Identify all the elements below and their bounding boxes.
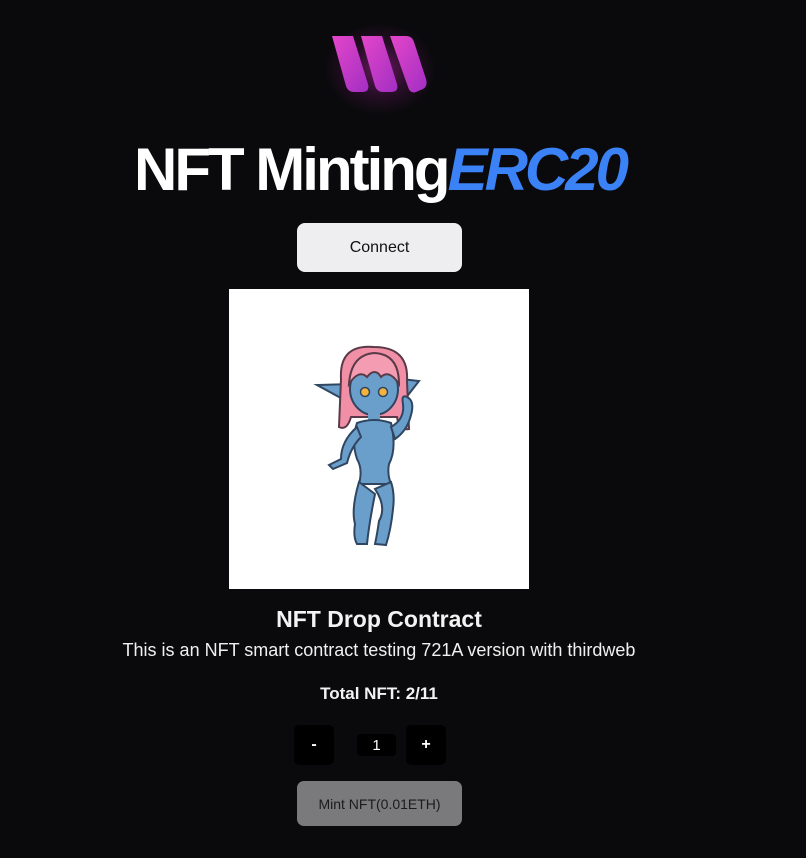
nft-description: This is an NFT smart contract testing 72… xyxy=(122,640,636,660)
connect-wallet-button[interactable]: Connect xyxy=(297,223,462,272)
nft-image xyxy=(229,289,529,589)
title-accent: ERC20 xyxy=(447,136,629,203)
page: NFT MintingERC20 Connect NFT Drop Contra… xyxy=(0,0,806,858)
nft-character-image xyxy=(313,345,421,547)
brand-logo xyxy=(320,24,440,114)
nft-name: NFT Drop Contract xyxy=(276,606,482,632)
mint-nft-button[interactable]: Mint NFT(0.01ETH) xyxy=(297,781,462,826)
title-main: NFT Minting xyxy=(134,136,451,203)
quantity-input[interactable] xyxy=(357,734,396,756)
total-nft-count: Total NFT: 2/11 xyxy=(320,684,438,703)
page-title: NFT MintingERC20 xyxy=(0,134,760,206)
brand-logo-icon xyxy=(332,36,427,93)
decrement-quantity-button[interactable]: - xyxy=(294,725,334,765)
increment-quantity-button[interactable]: + xyxy=(406,725,446,765)
